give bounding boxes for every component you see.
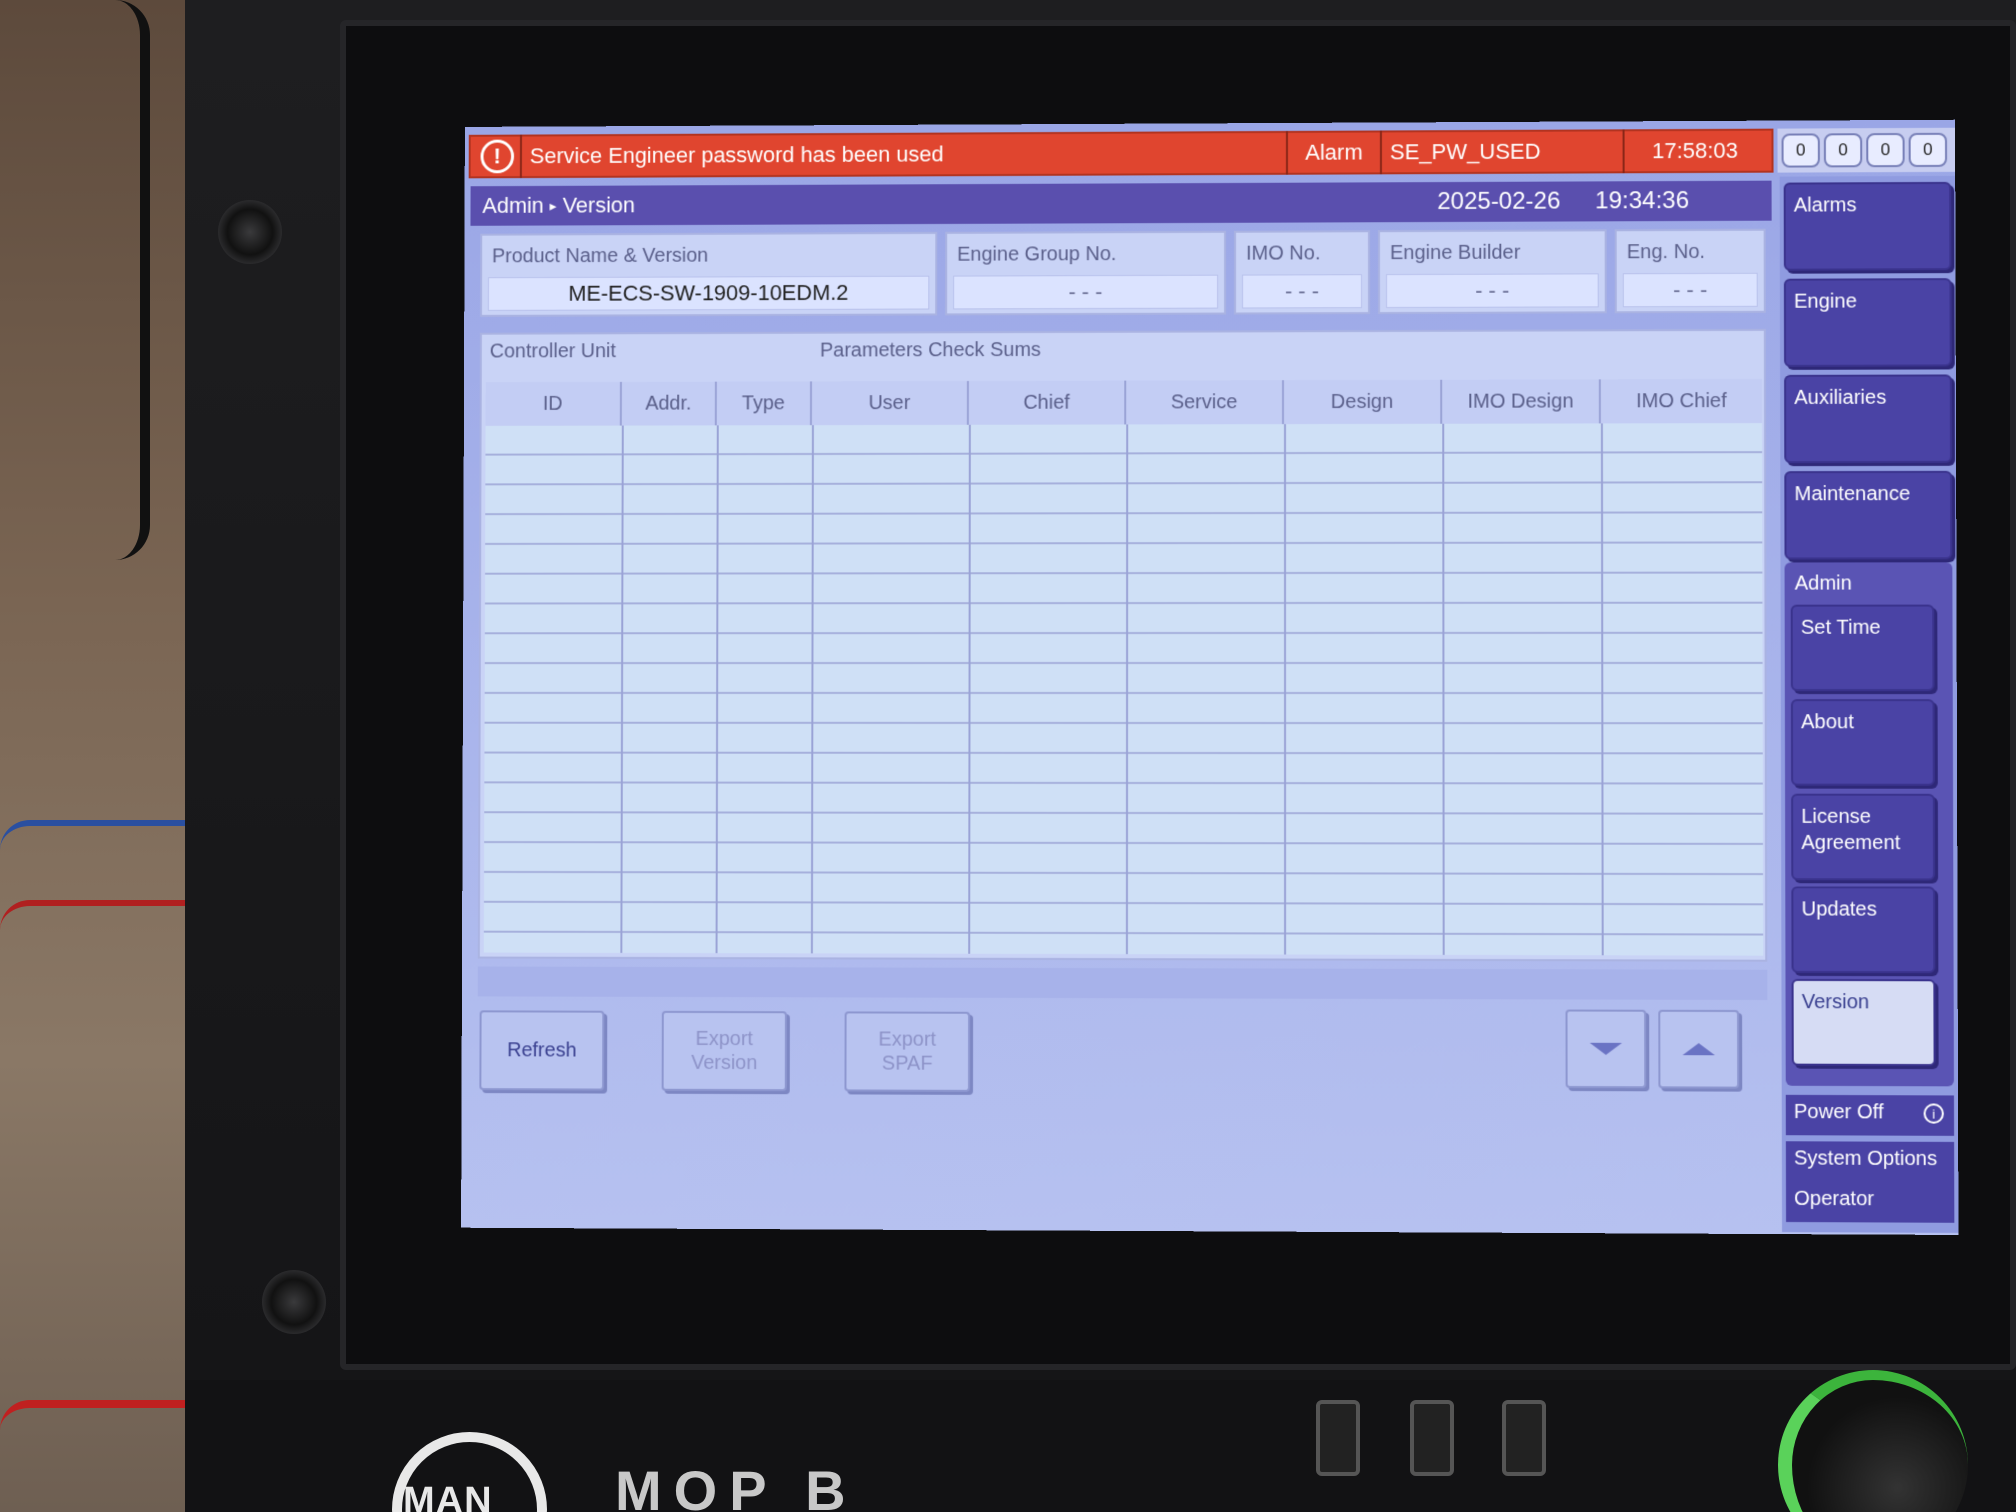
product-value: ME-ECS-SW-1909-10EDM.2 (488, 276, 929, 311)
admin-submenu: Admin Set Time About License Agreement U… (1785, 562, 1954, 1086)
column-divider (1284, 424, 1286, 954)
imo-label: IMO No. (1246, 242, 1320, 265)
nav-alarms[interactable]: Alarms (1784, 182, 1952, 271)
column-header-user: User (812, 381, 969, 425)
brand-label: MAN (403, 1480, 493, 1512)
imo-field: IMO No. - - - (1234, 230, 1370, 314)
controller-unit-group-label: Controller Unit (490, 340, 616, 363)
alarm-counter[interactable]: 0 (1866, 133, 1904, 167)
nav-maintenance[interactable]: Maintenance (1784, 471, 1952, 560)
info-icon: i (1924, 1103, 1944, 1123)
alarm-time: 17:58:03 (1625, 138, 1766, 165)
eng-no-label: Eng. No. (1627, 241, 1705, 264)
column-header-imo-design: IMO Design (1442, 379, 1601, 423)
model-label: MOP B (615, 1458, 858, 1512)
alarm-counter[interactable]: 0 (1824, 133, 1862, 167)
status-strip (478, 967, 1768, 1001)
usb-port-3 (1502, 1400, 1546, 1476)
column-header-addr: Addr. (622, 382, 717, 426)
nav-auxiliaries[interactable]: Auxiliaries (1784, 374, 1952, 463)
column-header-id: ID (486, 382, 622, 426)
mop-screen: ! Service Engineer password has been use… (461, 120, 1958, 1235)
nav-engine[interactable]: Engine (1784, 278, 1952, 367)
version-table: Controller Unit Parameters Check Sums ID… (478, 329, 1767, 962)
cable-black (80, 0, 150, 560)
nav-set-time[interactable]: Set Time (1791, 605, 1935, 692)
operator-label[interactable]: Operator (1786, 1182, 1954, 1223)
column-header-chief: Chief (969, 381, 1126, 425)
engine-group-field: Engine Group No. - - - (945, 231, 1226, 316)
scroll-down-button[interactable] (1565, 1010, 1646, 1089)
alarm-exclamation-icon: ! (480, 140, 514, 174)
column-header-type: Type (717, 381, 812, 425)
breadcrumb-root: Admin (482, 193, 544, 219)
power-off-label: Power Off (1794, 1101, 1884, 1124)
nav-license-agreement[interactable]: License Agreement (1791, 794, 1935, 881)
alarm-counter[interactable]: 0 (1909, 133, 1947, 167)
power-off-button[interactable]: Power Off i (1786, 1095, 1954, 1136)
product-label: Product Name & Version (492, 245, 708, 269)
engine-group-label: Engine Group No. (957, 243, 1116, 266)
product-field: Product Name & Version ME-ECS-SW-1909-10… (480, 232, 937, 317)
alarm-bar[interactable]: ! Service Engineer password has been use… (469, 129, 1774, 179)
alarm-message: Service Engineer password has been used (522, 140, 1286, 169)
eng-no-field: Eng. No. - - - (1615, 229, 1766, 314)
column-header-imo-chief: IMO Chief (1601, 379, 1762, 423)
alarm-type: Alarm (1288, 139, 1380, 165)
parameters-checksums-group-label: Parameters Check Sums (820, 339, 1041, 363)
alarm-counter[interactable]: 0 (1782, 133, 1820, 167)
system-options-button[interactable]: System Options (1786, 1141, 1954, 1182)
engine-builder-value: - - - (1386, 273, 1599, 308)
export-version-button[interactable]: Export Version (662, 1011, 787, 1091)
usb-port-1 (1316, 1400, 1360, 1476)
alarm-counters: 0 0 0 0 (1777, 128, 1955, 173)
breadcrumb-arrow-icon: ▸ (550, 197, 557, 214)
refresh-button[interactable]: Refresh (479, 1010, 604, 1090)
column-divider (1126, 424, 1128, 954)
current-time: 19:34:36 (1595, 187, 1689, 215)
engine-builder-field: Engine Builder - - - (1378, 229, 1607, 314)
screw-bottom (262, 1270, 326, 1334)
table-body[interactable] (484, 423, 1763, 956)
export-spaf-button[interactable]: Export SPAF (844, 1011, 970, 1091)
arrow-down-icon (1590, 1043, 1622, 1055)
eng-no-value: - - - (1623, 273, 1758, 307)
screw-top (218, 200, 282, 264)
imo-value: - - - (1242, 274, 1362, 308)
alarm-code: SE_PW_USED (1382, 138, 1623, 165)
engine-group-value: - - - (953, 275, 1218, 310)
current-date: 2025-02-26 (1437, 188, 1560, 216)
column-header-design: Design (1284, 380, 1442, 424)
nav-version[interactable]: Version (1792, 979, 1936, 1066)
scroll-up-button[interactable] (1658, 1010, 1739, 1089)
title-bar: Admin ▸ Version 2025-02-26 19:34:36 (470, 181, 1771, 226)
usb-port-2 (1410, 1400, 1454, 1476)
nav-admin[interactable]: Admin (1795, 572, 1852, 595)
engine-builder-label: Engine Builder (1390, 242, 1520, 265)
column-header-service: Service (1126, 380, 1284, 424)
nav-updates[interactable]: Updates (1791, 886, 1935, 973)
column-divider (1442, 424, 1444, 955)
side-navigation: Alarms Engine Auxiliaries Maintenance Ad… (1780, 176, 1959, 1233)
breadcrumb-page: Version (563, 192, 636, 218)
arrow-up-icon (1683, 1043, 1715, 1055)
nav-about[interactable]: About (1791, 699, 1935, 786)
